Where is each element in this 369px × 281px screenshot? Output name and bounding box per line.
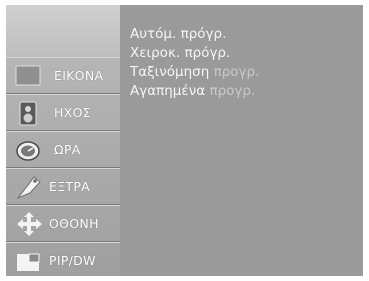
- menu-item-label: ΗΧΟΣ: [54, 105, 91, 120]
- tag-icon: [16, 176, 41, 200]
- submenu-item-label-dim: προγρ.: [209, 83, 256, 99]
- clock-icon: [16, 141, 40, 161]
- submenu-item-label: Χειροκ. πρόγρ.: [130, 45, 231, 61]
- menu-item-label: ΕΞΤΡΑ: [49, 179, 91, 194]
- tv-osd-screen: ΕΙΚΟΝΑ ΗΧΟΣ ΩΡΑ ΕΞΤΡΑ ΟΘΟΝΗ PIP/DW Αυτόμ…: [6, 5, 363, 276]
- menu-item-screen[interactable]: ΟΘΟΝΗ: [6, 205, 120, 242]
- pip-icon: [17, 253, 40, 271]
- menu-item-pip[interactable]: PIP/DW: [6, 242, 120, 276]
- picture-icon: [15, 65, 41, 86]
- menu-item-label: PIP/DW: [49, 253, 96, 268]
- menu-item-picture[interactable]: ΕΙΚΟΝΑ: [6, 57, 120, 94]
- menu-item-time[interactable]: ΩΡΑ: [6, 131, 120, 168]
- move-arrows-icon: [17, 212, 42, 236]
- submenu-item-label: Αυτόμ. πρόγρ.: [130, 26, 227, 42]
- menu-item-label: ΕΙΚΟΝΑ: [54, 68, 104, 83]
- submenu-item-auto-program[interactable]: Αυτόμ. πρόγρ.: [130, 26, 226, 43]
- main-menu: ΕΙΚΟΝΑ ΗΧΟΣ ΩΡΑ ΕΞΤΡΑ ΟΘΟΝΗ PIP/DW: [6, 5, 120, 276]
- submenu-item-label: Αγαπημένα: [130, 83, 210, 99]
- submenu-panel: Αυτόμ. πρόγρ. Χειροκ. πρόγρ. Ταξινόμηση …: [120, 5, 363, 276]
- submenu-item-manual-program[interactable]: Χειροκ. πρόγρ.: [130, 45, 230, 62]
- submenu-item-label-dim: προγρ.: [213, 64, 260, 80]
- menu-item-sound[interactable]: ΗΧΟΣ: [6, 94, 120, 131]
- menu-item-label: ΩΡΑ: [54, 142, 81, 157]
- menu-item-extra[interactable]: ΕΞΤΡΑ: [6, 168, 120, 205]
- speaker-icon: [19, 101, 37, 126]
- active-category-highlight: [6, 5, 120, 57]
- submenu-item-favorite-program[interactable]: Αγαπημένα προγρ.: [130, 83, 255, 100]
- submenu-item-sort-program[interactable]: Ταξινόμηση προγρ.: [130, 64, 259, 81]
- submenu-item-label: Ταξινόμηση: [130, 64, 214, 80]
- menu-item-label: ΟΘΟΝΗ: [49, 216, 99, 231]
